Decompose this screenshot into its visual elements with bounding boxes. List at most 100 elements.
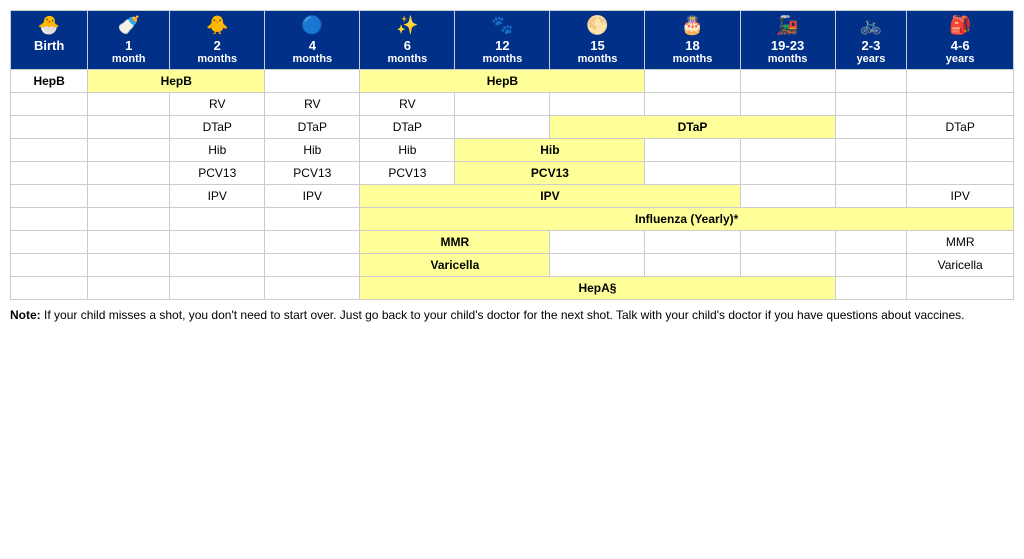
varicella-19-23mo-empty bbox=[740, 254, 835, 277]
rv-4-6yr-empty bbox=[907, 93, 1014, 116]
6months-icon: ✨ bbox=[362, 15, 452, 36]
rv-6mo: RV bbox=[360, 93, 455, 116]
hepa-4-6yr-empty bbox=[907, 277, 1014, 300]
pcv13-4-6yr-empty bbox=[907, 162, 1014, 185]
note-text: If your child misses a shot, you don't n… bbox=[44, 308, 964, 322]
header-4months: 🔵 4 months bbox=[265, 11, 360, 70]
mmr-4mo-empty bbox=[265, 231, 360, 254]
pcv13-12-15mo: PCV13 bbox=[455, 162, 645, 185]
2months-icon: 🐥 bbox=[172, 15, 262, 36]
pcv13-label bbox=[11, 162, 88, 185]
hepb-4-6yr-empty bbox=[907, 70, 1014, 93]
hepa-6-19mo: HepA§ bbox=[360, 277, 835, 300]
hepb-2-3yr-empty bbox=[835, 70, 907, 93]
pcv13-2-3yr-empty bbox=[835, 162, 907, 185]
rv-2mo: RV bbox=[170, 93, 265, 116]
pcv13-2mo: PCV13 bbox=[170, 162, 265, 185]
varicella-15mo-empty bbox=[550, 254, 645, 277]
influenza-4mo-empty bbox=[265, 208, 360, 231]
hepb-1-2mo: HepB bbox=[88, 70, 265, 93]
4months-icon: 🔵 bbox=[267, 15, 357, 36]
header-12months: 🐾 12 months bbox=[455, 11, 550, 70]
varicella-2-3yr-empty bbox=[835, 254, 907, 277]
hib-12-15mo: Hib bbox=[455, 139, 645, 162]
ipv-6-18mo: IPV bbox=[360, 185, 740, 208]
mmr-1mo-empty bbox=[88, 231, 170, 254]
hib-2mo: Hib bbox=[170, 139, 265, 162]
1month-icon: 🍼 bbox=[90, 15, 167, 36]
mmr-2-3yr-empty bbox=[835, 231, 907, 254]
influenza-1mo-empty bbox=[88, 208, 170, 231]
hepb-6-15mo: HepB bbox=[360, 70, 645, 93]
header-19-23months: 🚂 19-23 months bbox=[740, 11, 835, 70]
varicella-label bbox=[11, 254, 88, 277]
varicella-6-12mo: Varicella bbox=[360, 254, 550, 277]
ipv-2mo: IPV bbox=[170, 185, 265, 208]
rv-12mo-empty bbox=[455, 93, 550, 116]
mmr-label bbox=[11, 231, 88, 254]
hib-row: Hib Hib Hib Hib bbox=[11, 139, 1014, 162]
influenza-row: Influenza (Yearly)* bbox=[11, 208, 1014, 231]
varicella-row: Varicella Varicella bbox=[11, 254, 1014, 277]
header-18months: 🎂 18 months bbox=[645, 11, 740, 70]
dtap-15-18mo: DTaP bbox=[550, 116, 835, 139]
12months-icon: 🐾 bbox=[457, 15, 547, 36]
dtap-2-3yr-empty bbox=[835, 116, 907, 139]
rv-15mo-empty bbox=[550, 93, 645, 116]
hib-18mo-empty bbox=[645, 139, 740, 162]
hepa-row: HepA§ bbox=[11, 277, 1014, 300]
influenza-2mo-empty bbox=[170, 208, 265, 231]
hepb-19-23mo-empty bbox=[740, 70, 835, 93]
ipv-19-23mo-empty bbox=[740, 185, 835, 208]
header-2months: 🐥 2 months bbox=[170, 11, 265, 70]
rv-1mo-empty bbox=[88, 93, 170, 116]
hepb-row: HepB HepB HepB bbox=[11, 70, 1014, 93]
pcv13-row: PCV13 PCV13 PCV13 PCV13 bbox=[11, 162, 1014, 185]
hepa-2-3yr-empty bbox=[835, 277, 907, 300]
pcv13-18mo-empty bbox=[645, 162, 740, 185]
hepb-18mo-empty bbox=[645, 70, 740, 93]
header-birth: 🐣 Birth bbox=[11, 11, 88, 70]
rv-label bbox=[11, 93, 88, 116]
pcv13-19-23mo-empty bbox=[740, 162, 835, 185]
hepb-4mo-empty bbox=[265, 70, 360, 93]
note-section: Note: If your child misses a shot, you d… bbox=[10, 308, 1014, 322]
ipv-row: IPV IPV IPV IPV bbox=[11, 185, 1014, 208]
hepa-label bbox=[11, 277, 88, 300]
rv-row: RV RV RV bbox=[11, 93, 1014, 116]
hib-19-23mo-empty bbox=[740, 139, 835, 162]
header-1month: 🍼 1 month bbox=[88, 11, 170, 70]
19-23months-icon: 🚂 bbox=[743, 15, 833, 36]
header-4-6years: 🎒 4-6 years bbox=[907, 11, 1014, 70]
mmr-18mo-empty bbox=[645, 231, 740, 254]
mmr-6-12mo: MMR bbox=[360, 231, 550, 254]
hib-4mo: Hib bbox=[265, 139, 360, 162]
mmr-4-6yr: MMR bbox=[907, 231, 1014, 254]
hib-4-6yr-empty bbox=[907, 139, 1014, 162]
mmr-2mo-empty bbox=[170, 231, 265, 254]
dtap-12mo-empty bbox=[455, 116, 550, 139]
hepa-1mo-empty bbox=[88, 277, 170, 300]
birth-icon: 🐣 bbox=[13, 15, 85, 36]
ipv-4mo: IPV bbox=[265, 185, 360, 208]
15months-icon: 🌕 bbox=[552, 15, 642, 36]
mmr-15mo-empty bbox=[550, 231, 645, 254]
dtap-label bbox=[11, 116, 88, 139]
18months-icon: 🎂 bbox=[647, 15, 737, 36]
varicella-4-6yr: Varicella bbox=[907, 254, 1014, 277]
dtap-6mo: DTaP bbox=[360, 116, 455, 139]
varicella-2mo-empty bbox=[170, 254, 265, 277]
dtap-row: DTaP DTaP DTaP DTaP DTaP bbox=[11, 116, 1014, 139]
dtap-2mo: DTaP bbox=[170, 116, 265, 139]
mmr-19-23mo-empty bbox=[740, 231, 835, 254]
dtap-4mo: DTaP bbox=[265, 116, 360, 139]
vaccine-schedule-table: 🐣 Birth 🍼 1 month 🐥 2 months 🔵 4 months bbox=[10, 10, 1014, 300]
pcv13-6mo: PCV13 bbox=[360, 162, 455, 185]
dtap-1mo-empty bbox=[88, 116, 170, 139]
rv-19-23mo-empty bbox=[740, 93, 835, 116]
rv-4mo: RV bbox=[265, 93, 360, 116]
varicella-4mo-empty bbox=[265, 254, 360, 277]
hepb-label: HepB bbox=[11, 70, 88, 93]
hib-label bbox=[11, 139, 88, 162]
varicella-18mo-empty bbox=[645, 254, 740, 277]
